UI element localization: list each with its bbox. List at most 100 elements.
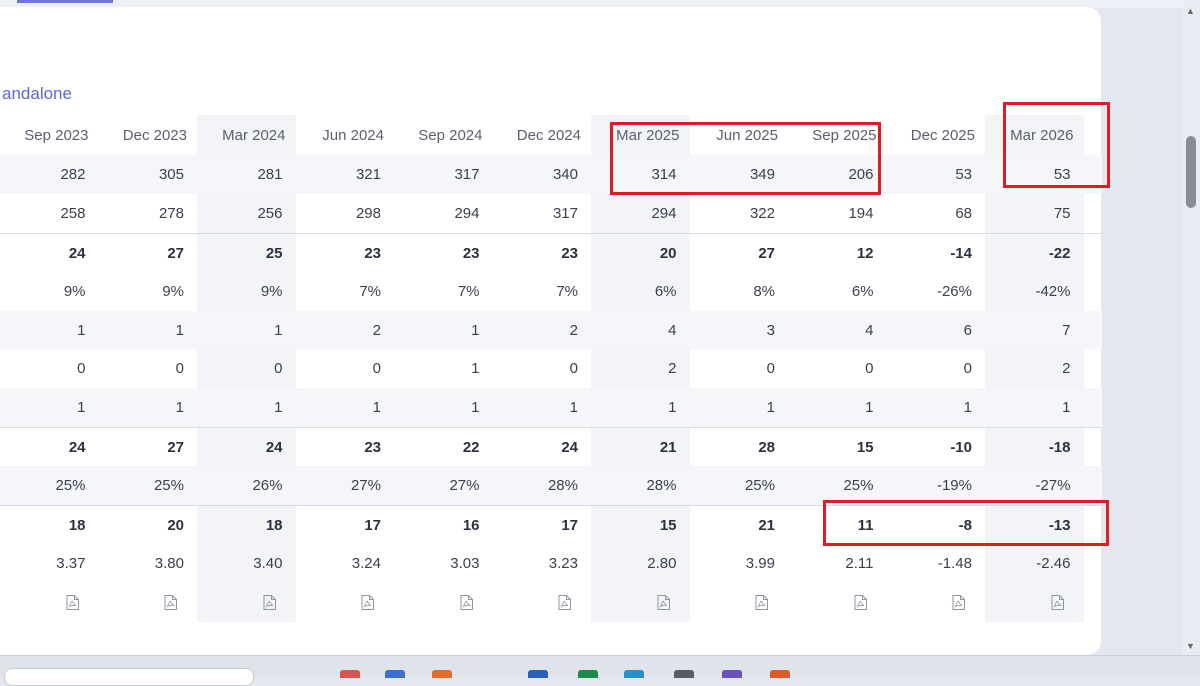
table-cell: 256 — [257, 204, 283, 222]
report-link-cell[interactable] — [690, 583, 789, 622]
table-cell: 6% — [654, 282, 677, 300]
pdf-file-icon[interactable] — [1051, 594, 1064, 610]
table-cell: 2.80 — [647, 554, 677, 572]
table-cell: 18 — [265, 517, 283, 535]
report-link-cell[interactable] — [394, 583, 493, 622]
taskbar-app-icon[interactable] — [385, 670, 405, 678]
table-cell: -42% — [1035, 282, 1071, 300]
table-cell: 7 — [1062, 321, 1071, 339]
table-cell: 28% — [547, 477, 578, 495]
table-row: 3.37 3.80 3.40 3.24 3.03 3.23 2.80 3.99 2.11 -1.4… — [0, 544, 1102, 583]
table-cell: 1 — [766, 399, 775, 417]
report-link-cell[interactable] — [493, 583, 592, 622]
report-link-cell[interactable] — [0, 583, 99, 622]
pdf-file-icon[interactable] — [755, 594, 768, 610]
report-link-cell[interactable] — [887, 583, 986, 622]
table-cell: 25% — [744, 477, 775, 495]
table-cell: 0 — [865, 360, 874, 378]
table-cell: 25% — [55, 477, 86, 495]
table-cell: 68 — [955, 204, 972, 222]
table-cell: 317 — [454, 165, 480, 183]
table-cell: 3.23 — [548, 554, 578, 572]
report-link-cell[interactable] — [99, 583, 198, 622]
taskbar — [0, 655, 1200, 686]
taskbar-app-icon[interactable] — [722, 670, 742, 678]
table-cell: 258 — [60, 204, 86, 222]
taskbar-search-box[interactable] — [4, 668, 254, 686]
table-cell: 322 — [749, 204, 775, 222]
table-cell: 2 — [569, 321, 578, 339]
table-cell: 21 — [659, 439, 677, 457]
standalone-toggle[interactable]: andalone — [2, 84, 72, 104]
pdf-file-icon[interactable] — [854, 594, 867, 610]
table-cell: -18 — [1048, 439, 1071, 457]
report-link-cell[interactable] — [197, 583, 296, 622]
table-row: 258 278 256 298 294 317 294 322 194 68 75 — [0, 194, 1102, 233]
table-cell: 27% — [350, 477, 381, 495]
table-cell: 278 — [158, 204, 184, 222]
table-cell: 294 — [651, 204, 677, 222]
table-cell: 321 — [355, 165, 381, 183]
table-cell: 0 — [175, 360, 184, 378]
table-cell: 298 — [355, 204, 381, 222]
table-cell: 3.24 — [351, 554, 381, 572]
table-cell: 9% — [260, 282, 283, 300]
column-header: Dec 2024 — [516, 126, 581, 144]
scroll-up-icon[interactable]: ▲ — [1186, 6, 1195, 16]
pdf-file-icon[interactable] — [263, 594, 276, 610]
table-row: 24 27 24 23 22 24 21 28 15 -10 -18 — [0, 427, 1102, 467]
column-header: Jun 2024 — [322, 126, 384, 144]
table-cell: 27 — [167, 244, 184, 262]
pdf-file-icon[interactable] — [66, 594, 79, 610]
table-cell: 6% — [851, 282, 874, 300]
scrollbar[interactable] — [1183, 0, 1200, 655]
active-tab-underline — [17, 0, 113, 3]
taskbar-app-icon[interactable] — [624, 670, 644, 678]
pdf-file-icon[interactable] — [460, 594, 473, 610]
taskbar-app-icon[interactable] — [340, 670, 360, 678]
table-cell: 53 — [955, 165, 972, 183]
pdf-file-icon[interactable] — [558, 594, 571, 610]
table-cell: 0 — [766, 360, 775, 378]
pdf-file-icon[interactable] — [361, 594, 374, 610]
table-cell: 305 — [158, 165, 184, 183]
pdf-file-icon[interactable] — [952, 594, 965, 610]
scrollbar-thumb[interactable] — [1186, 136, 1196, 208]
report-link-cell[interactable] — [296, 583, 395, 622]
table-row: 1 1 1 1 1 1 1 1 1 1 1 — [0, 388, 1102, 428]
pdf-file-icon[interactable] — [657, 594, 670, 610]
table-row: 9% 9% 9% 7% 7% 7% 6% 8% 6% -26% -42% — [0, 272, 1102, 311]
table-cell: -2.46 — [1036, 554, 1071, 572]
table-cell: 7% — [359, 282, 381, 300]
taskbar-app-icon[interactable] — [528, 670, 548, 678]
table-cell: 12 — [856, 244, 874, 262]
pdf-file-icon[interactable] — [164, 594, 177, 610]
table-cell: 194 — [848, 204, 874, 222]
table-cell: 0 — [77, 360, 86, 378]
report-link-cell[interactable] — [788, 583, 887, 622]
table-cell: 2 — [372, 321, 381, 339]
scroll-down-icon[interactable]: ▼ — [1186, 641, 1195, 651]
table-cell: 27 — [758, 244, 775, 262]
taskbar-app-icon[interactable] — [674, 670, 694, 678]
table-cell: 23 — [364, 439, 381, 457]
table-cell: 15 — [659, 517, 677, 535]
report-link-cell[interactable] — [591, 583, 690, 622]
table-cell: 3.37 — [56, 554, 86, 572]
report-link-cell[interactable] — [985, 583, 1084, 622]
taskbar-app-icon[interactable] — [578, 670, 598, 678]
table-cell: 24 — [561, 439, 578, 457]
taskbar-app-icon[interactable] — [770, 670, 790, 678]
taskbar-app-icon[interactable] — [432, 670, 452, 678]
table-cell: 1 — [1062, 399, 1071, 417]
table-cell: -10 — [950, 439, 972, 457]
table-cell: 1 — [668, 399, 677, 417]
table-cell: 15 — [856, 439, 874, 457]
table-cell: 8% — [753, 282, 775, 300]
table-cell: 9% — [162, 282, 184, 300]
report-links-row — [0, 583, 1102, 622]
table-cell: 317 — [552, 204, 578, 222]
table-cell: 340 — [552, 165, 578, 183]
table-cell: 24 — [68, 244, 86, 262]
table-cell: 1 — [77, 399, 86, 417]
